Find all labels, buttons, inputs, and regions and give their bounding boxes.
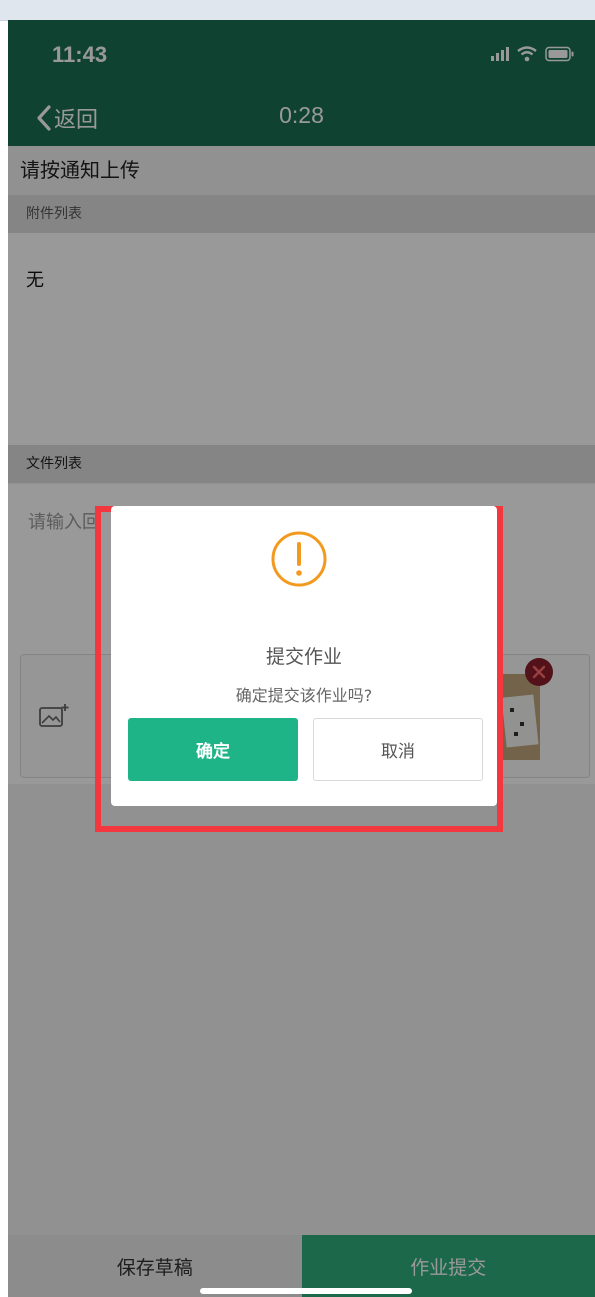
top-strip [0, 0, 595, 21]
dialog-message: 确定提交该作业吗? [235, 686, 373, 705]
confirm-dialog: 提交作业 确定提交该作业吗? 确定 取消 [111, 506, 497, 806]
phone-screen: 11:43 0:28 返回 请按通知上传 附件列表 无 文件列表 请输入回 保存… [8, 20, 595, 1297]
cancel-button[interactable]: 取消 [313, 718, 483, 781]
home-indicator [200, 1288, 412, 1294]
exclamation-circle-icon [271, 531, 327, 587]
confirm-button[interactable]: 确定 [128, 718, 298, 781]
dialog-title: 提交作业 [265, 646, 342, 668]
